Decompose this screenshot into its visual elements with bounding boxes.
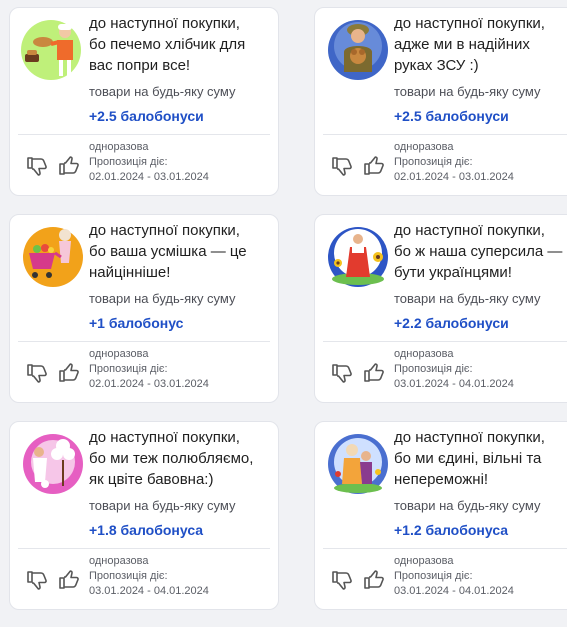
offer-bonus: +1 балобонус bbox=[89, 315, 184, 331]
thumbs-down-icon bbox=[332, 571, 352, 590]
offer-frequency: одноразова bbox=[394, 348, 454, 360]
offer-validity-label: Пропозиція діє: bbox=[89, 363, 168, 375]
offer-frequency: одноразова bbox=[394, 141, 454, 153]
thumbs-down-icon bbox=[332, 364, 352, 383]
thumbs-up-icon bbox=[59, 570, 79, 589]
offer-condition: товари на будь-яку суму bbox=[89, 291, 236, 306]
offer-frequency: одноразова bbox=[89, 555, 149, 567]
thumbs-up-icon bbox=[59, 156, 79, 175]
offer-card[interactable]: до наступної покупки, бо ваша усмішка — … bbox=[9, 214, 279, 403]
dislike-button[interactable] bbox=[328, 359, 356, 387]
offer-meta: одноразова Пропозиція діє: 02.01.2024 - … bbox=[89, 347, 209, 392]
thumbs-down-icon bbox=[27, 157, 47, 176]
divider bbox=[18, 134, 270, 135]
offer-meta: одноразова Пропозиція діє: 02.01.2024 - … bbox=[89, 140, 209, 185]
offer-bonus: +2.2 балобонуси bbox=[394, 315, 509, 331]
offer-meta: одноразова Пропозиція діє: 02.01.2024 - … bbox=[394, 140, 514, 185]
offer-frequency: одноразова bbox=[394, 555, 454, 567]
dislike-button[interactable] bbox=[23, 359, 51, 387]
offer-bonus: +1.2 балобонуса bbox=[394, 522, 509, 538]
offer-title: до наступної покупки, адже ми в надійних… bbox=[394, 15, 545, 74]
offer-meta: одноразова Пропозиція діє: 03.01.2024 - … bbox=[394, 554, 514, 599]
like-button[interactable] bbox=[360, 566, 388, 594]
offer-validity-label: Пропозиція діє: bbox=[394, 363, 473, 375]
offer-meta: одноразова Пропозиція діє: 03.01.2024 - … bbox=[89, 554, 209, 599]
shopping-cart-illustration bbox=[23, 227, 83, 287]
dislike-button[interactable] bbox=[23, 566, 51, 594]
offer-card[interactable]: до наступної покупки, бо ж наша суперсил… bbox=[314, 214, 567, 403]
offer-bonus: +2.5 балобонуси bbox=[89, 108, 204, 124]
offer-condition: товари на будь-яку суму bbox=[89, 84, 236, 99]
offer-validity-dates: 03.01.2024 - 04.01.2024 bbox=[394, 378, 514, 390]
like-button[interactable] bbox=[360, 152, 388, 180]
thumbs-down-icon bbox=[27, 364, 47, 383]
like-button[interactable] bbox=[55, 152, 83, 180]
offer-title: до наступної покупки, бо печемо хлібчик … bbox=[89, 15, 246, 74]
couple-illustration bbox=[328, 434, 388, 494]
cotton-illustration bbox=[23, 434, 83, 494]
dislike-button[interactable] bbox=[328, 566, 356, 594]
offer-validity-label: Пропозиція діє: bbox=[89, 156, 168, 168]
divider bbox=[18, 341, 270, 342]
thumbs-down-icon bbox=[332, 157, 352, 176]
divider bbox=[323, 134, 567, 135]
divider bbox=[323, 548, 567, 549]
offer-condition: товари на будь-яку суму bbox=[89, 498, 236, 513]
dislike-button[interactable] bbox=[23, 152, 51, 180]
offer-card[interactable]: до наступної покупки, бо ми єдині, вільн… bbox=[314, 421, 567, 610]
thumbs-up-icon bbox=[364, 570, 384, 589]
offer-validity-dates: 03.01.2024 - 04.01.2024 bbox=[394, 585, 514, 597]
thumbs-down-icon bbox=[27, 571, 47, 590]
offer-validity-label: Пропозиція діє: bbox=[89, 570, 168, 582]
offer-card[interactable]: до наступної покупки, адже ми в надійних… bbox=[314, 7, 567, 196]
offer-title: до наступної покупки, бо ж наша суперсил… bbox=[394, 222, 563, 281]
thumbs-up-icon bbox=[364, 156, 384, 175]
offer-meta: одноразова Пропозиція діє: 03.01.2024 - … bbox=[394, 347, 514, 392]
offer-validity-label: Пропозиція діє: bbox=[394, 156, 473, 168]
offer-bonus: +1.8 балобонуса bbox=[89, 522, 204, 538]
sunflower-woman-illustration bbox=[328, 227, 388, 287]
offer-bonus: +2.5 балобонуси bbox=[394, 108, 509, 124]
offer-title: до наступної покупки, бо ми теж полюбляє… bbox=[89, 429, 254, 488]
offer-validity-dates: 02.01.2024 - 03.01.2024 bbox=[394, 171, 514, 183]
offer-frequency: одноразова bbox=[89, 141, 149, 153]
offer-frequency: одноразова bbox=[89, 348, 149, 360]
dislike-button[interactable] bbox=[328, 152, 356, 180]
offer-condition: товари на будь-яку суму bbox=[394, 291, 541, 306]
offer-title: до наступної покупки, бо ваша усмішка — … bbox=[89, 222, 247, 281]
offer-validity-dates: 02.01.2024 - 03.01.2024 bbox=[89, 378, 209, 390]
soldier-illustration bbox=[328, 20, 388, 80]
divider bbox=[18, 548, 270, 549]
offer-validity-dates: 03.01.2024 - 04.01.2024 bbox=[89, 585, 209, 597]
divider bbox=[323, 341, 567, 342]
thumbs-up-icon bbox=[59, 363, 79, 382]
baker-illustration bbox=[21, 20, 81, 80]
offer-card[interactable]: до наступної покупки, бо печемо хлібчик … bbox=[9, 7, 279, 196]
like-button[interactable] bbox=[55, 566, 83, 594]
like-button[interactable] bbox=[55, 359, 83, 387]
offer-title: до наступної покупки, бо ми єдині, вільн… bbox=[394, 429, 545, 488]
thumbs-up-icon bbox=[364, 363, 384, 382]
offer-validity-label: Пропозиція діє: bbox=[394, 570, 473, 582]
offer-condition: товари на будь-яку суму bbox=[394, 498, 541, 513]
like-button[interactable] bbox=[360, 359, 388, 387]
offer-condition: товари на будь-яку суму bbox=[394, 84, 541, 99]
offer-card[interactable]: до наступної покупки, бо ми теж полюбляє… bbox=[9, 421, 279, 610]
offer-validity-dates: 02.01.2024 - 03.01.2024 bbox=[89, 171, 209, 183]
